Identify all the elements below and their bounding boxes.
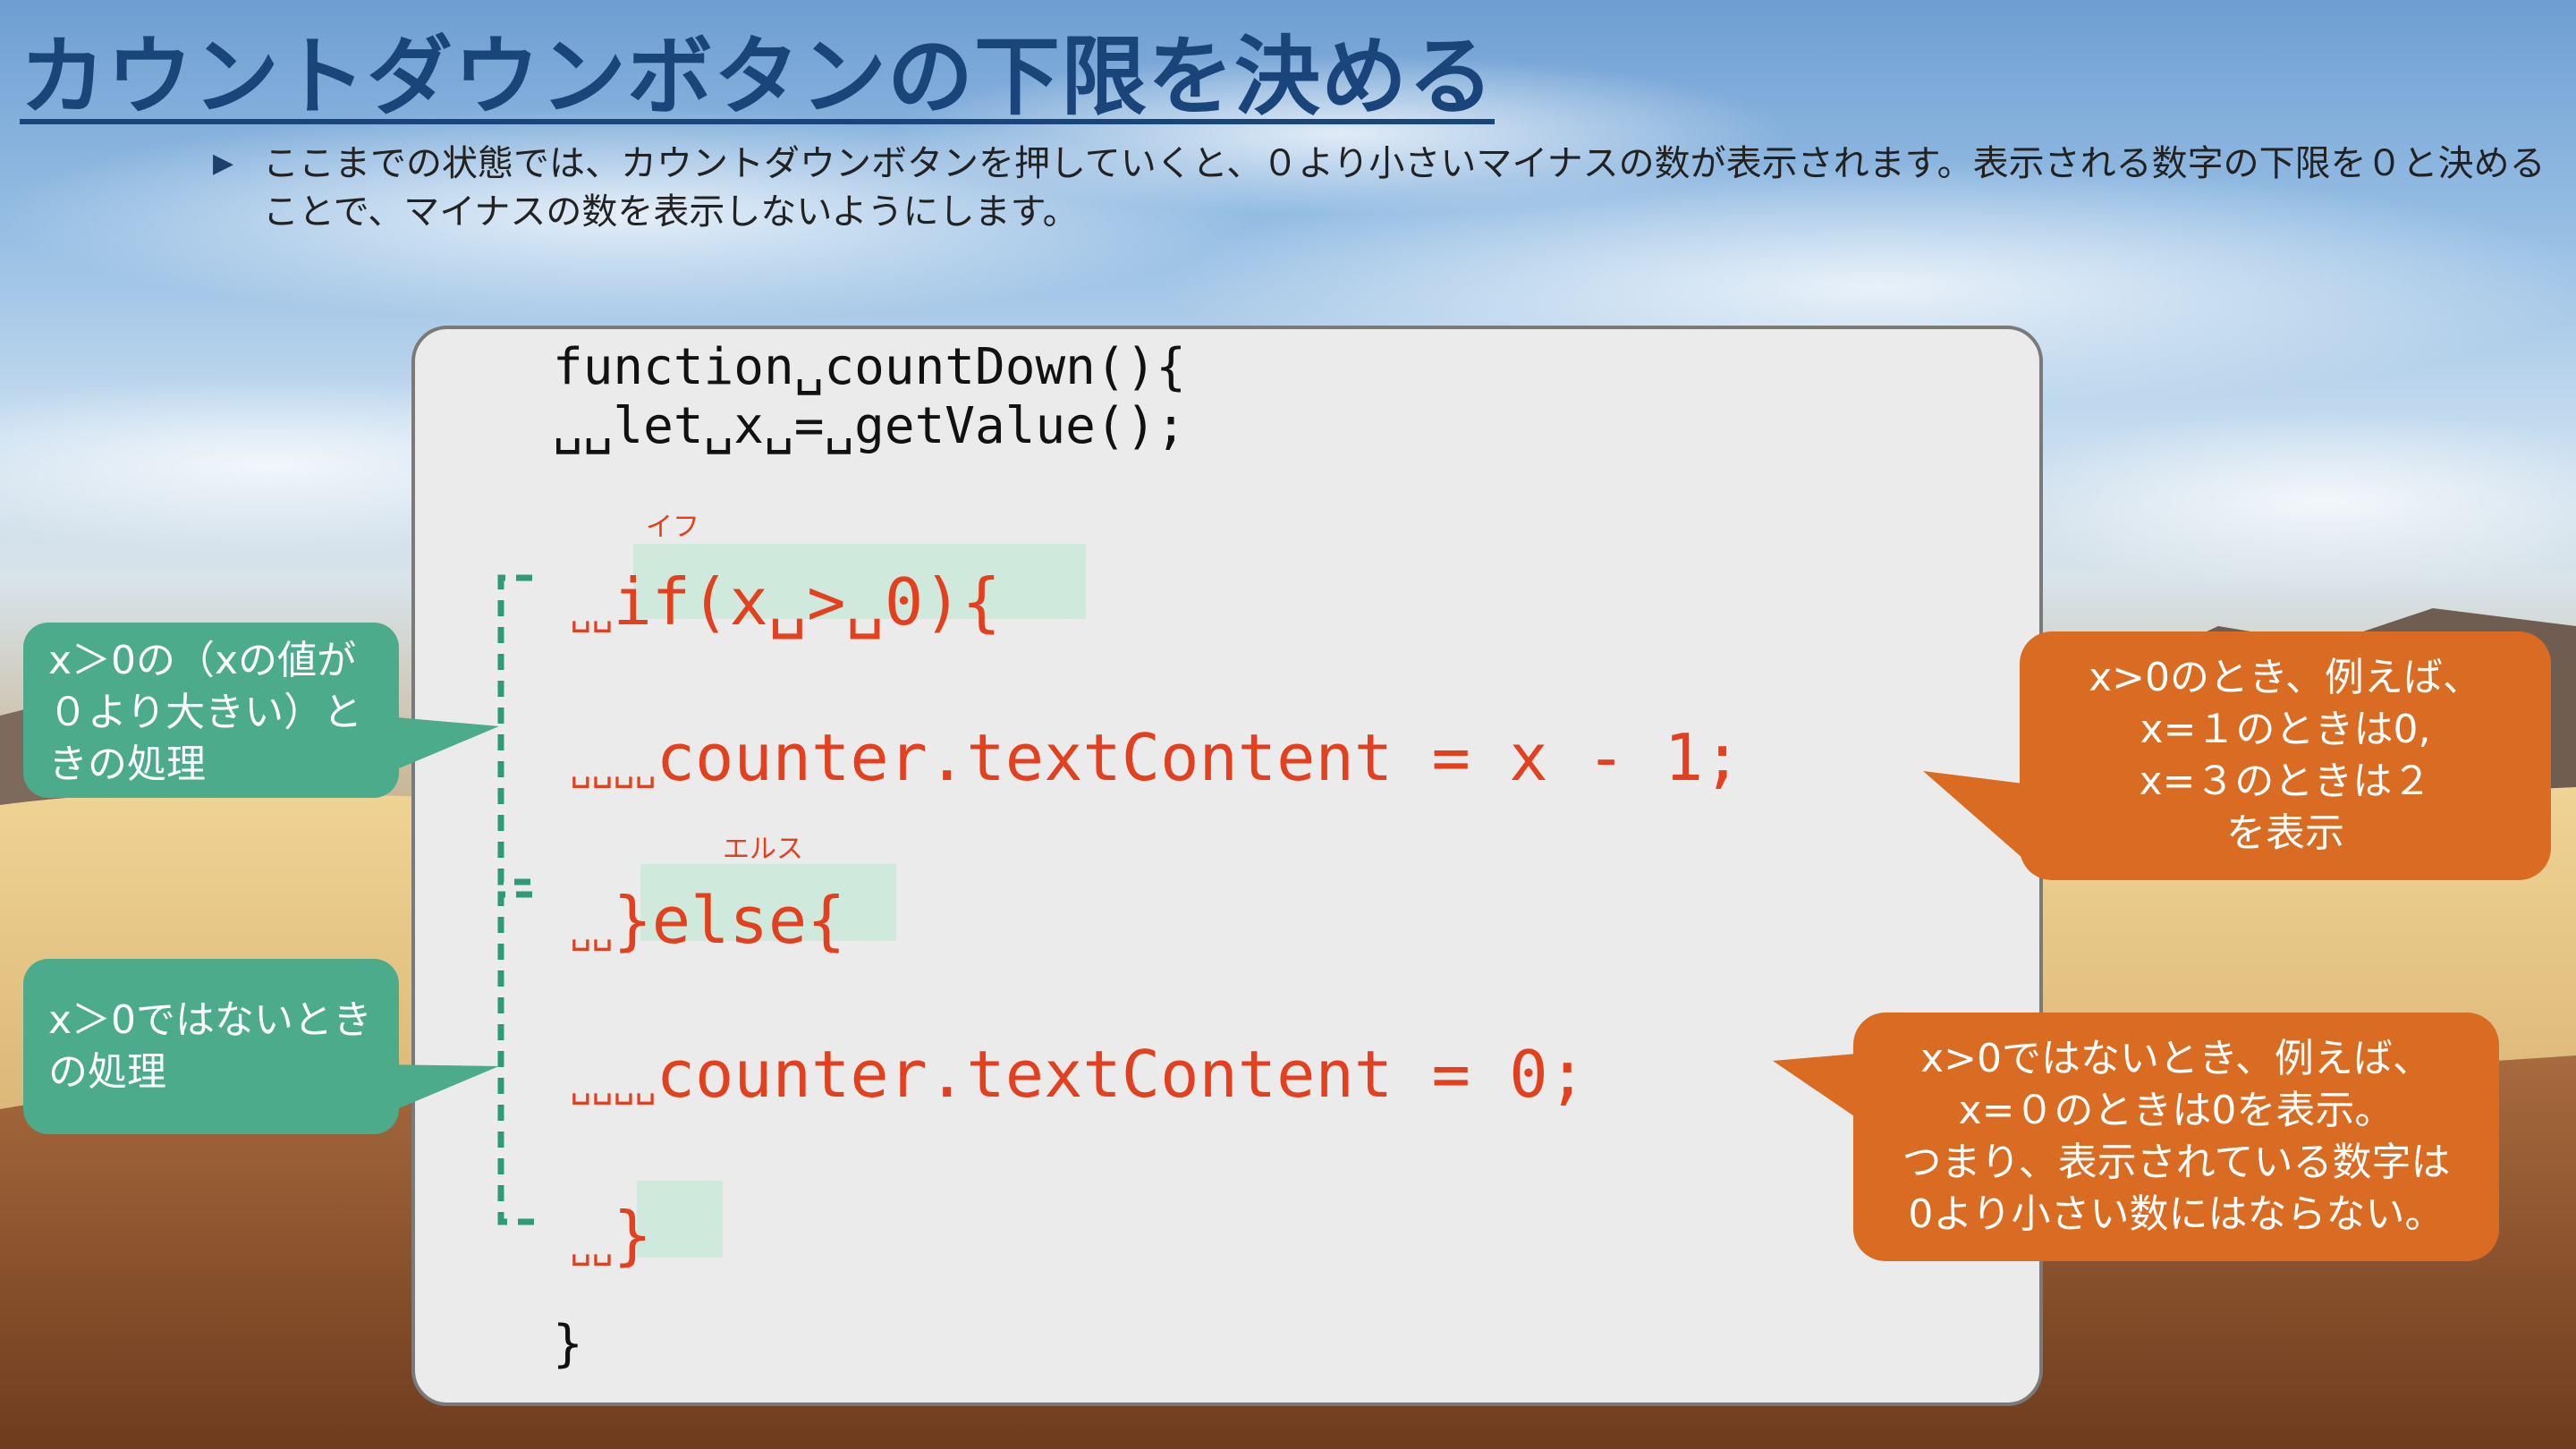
right-if-pointer bbox=[1923, 771, 2023, 859]
else-bracket bbox=[497, 891, 537, 1225]
callout-else-example: x>0ではないとき、例えば、 x=０のときは0を表示。 つまり、表示されている数… bbox=[1853, 1013, 2499, 1261]
callout-if-description: x＞0の（xの値が０より大きい）ときの処理 bbox=[23, 623, 399, 798]
callout-if-example: x>0のとき、例えば、 x=１のときは0, x=３のときは２ を表示 bbox=[2020, 631, 2551, 880]
if-bracket bbox=[497, 574, 537, 886]
callout-else-description: x＞0ではないときの処理 bbox=[23, 959, 399, 1134]
right-else-pointer bbox=[1773, 1054, 1857, 1118]
